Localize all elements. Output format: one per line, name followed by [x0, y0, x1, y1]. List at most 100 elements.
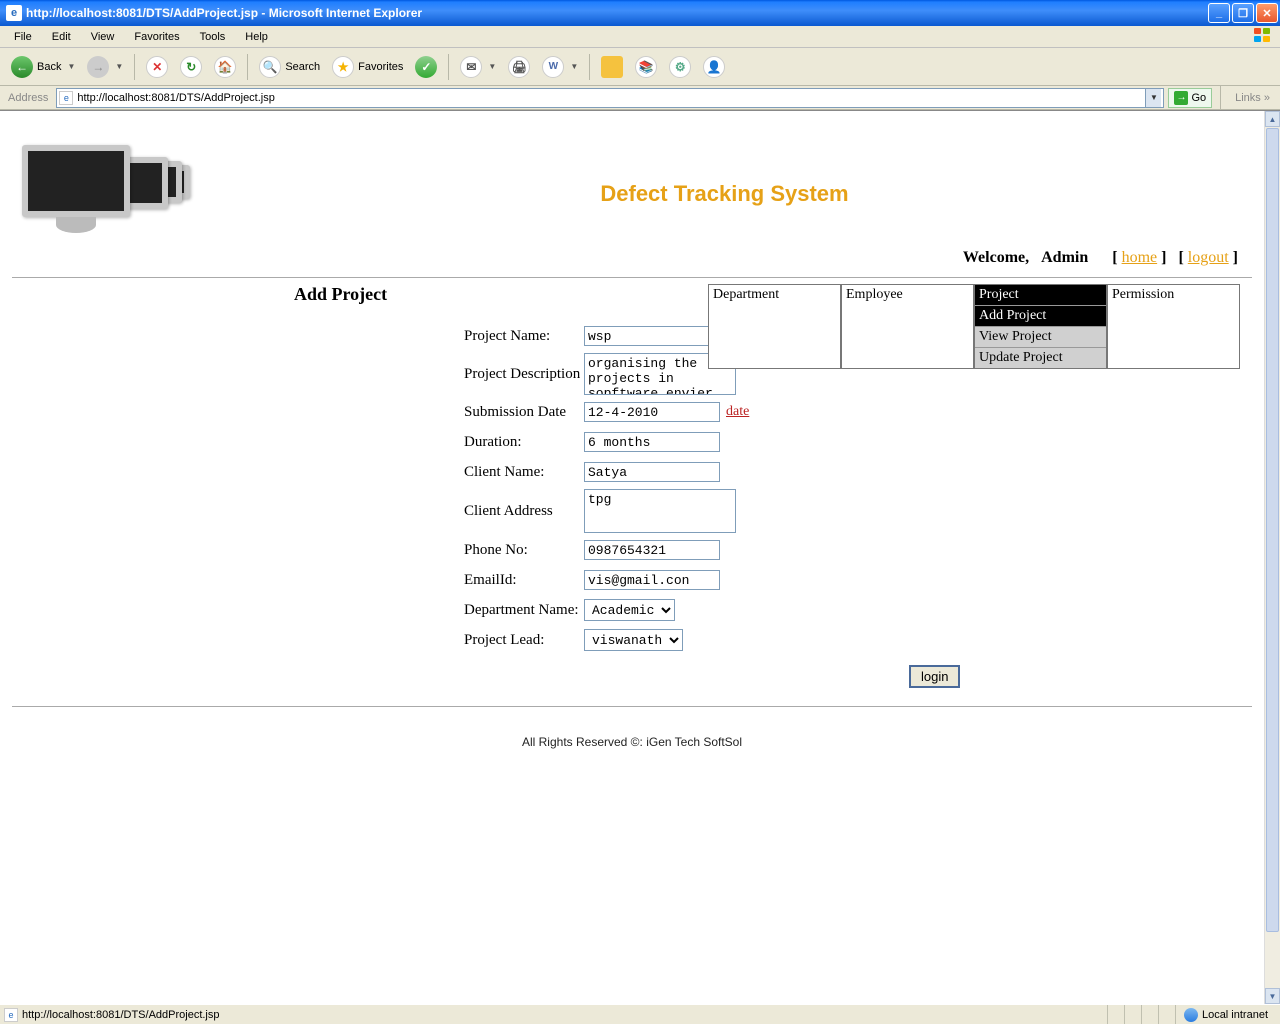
- refresh-button[interactable]: ↻: [175, 53, 207, 81]
- back-button[interactable]: ← Back ▼: [6, 53, 80, 81]
- menu-view[interactable]: View: [81, 29, 125, 45]
- label-project-lead: Project Lead:: [294, 632, 584, 649]
- submit-button[interactable]: login: [909, 665, 960, 688]
- menu-favorites[interactable]: Favorites: [124, 29, 189, 45]
- menu-file[interactable]: File: [4, 29, 42, 45]
- chevron-down-icon: ▼: [67, 62, 75, 71]
- address-url: http://localhost:8081/DTS/AddProject.jsp: [77, 92, 1145, 104]
- address-bar: Address e http://localhost:8081/DTS/AddP…: [0, 86, 1280, 110]
- research-button[interactable]: 📚: [630, 53, 662, 81]
- scroll-thumb[interactable]: [1266, 128, 1279, 932]
- logo-monitors: [4, 129, 189, 239]
- links-button[interactable]: Links »: [1229, 92, 1276, 104]
- page-content: Defect Tracking System Welcome, Admin [ …: [0, 111, 1264, 1004]
- forward-icon: →: [87, 56, 109, 78]
- back-icon: ←: [11, 56, 33, 78]
- footer-text: All Rights Reserved ©: iGen Tech SoftSol: [4, 735, 1260, 749]
- windows-flag-icon: [1254, 28, 1274, 44]
- history-icon: ✓: [415, 56, 437, 78]
- label-project-desc: Project Description: [294, 366, 584, 383]
- label-duration: Duration:: [294, 434, 584, 451]
- browser-viewport: Defect Tracking System Welcome, Admin [ …: [0, 110, 1280, 1004]
- zone-icon: [1184, 1008, 1198, 1022]
- nav-add-project[interactable]: Add Project: [975, 305, 1106, 326]
- book-icon: 📚: [635, 56, 657, 78]
- chevron-down-icon: ▼: [115, 62, 123, 71]
- star-icon: ★: [332, 56, 354, 78]
- status-text: http://localhost:8081/DTS/AddProject.jsp: [22, 1009, 220, 1021]
- mail-icon: ✉: [460, 56, 482, 78]
- address-dropdown[interactable]: ▼: [1145, 89, 1161, 107]
- messenger-icon: 👤: [703, 56, 725, 78]
- forward-button[interactable]: → ▼: [82, 53, 128, 81]
- favorites-button[interactable]: ★ Favorites: [327, 53, 408, 81]
- stop-button[interactable]: ✕: [141, 53, 173, 81]
- search-button[interactable]: 🔍 Search: [254, 53, 325, 81]
- status-bar: e http://localhost:8081/DTS/AddProject.j…: [0, 1004, 1280, 1024]
- scroll-down-button[interactable]: ▼: [1265, 988, 1280, 1004]
- history-button[interactable]: ✓: [410, 53, 442, 81]
- stop-icon: ✕: [146, 56, 168, 78]
- tool-icon: ⚙: [669, 56, 691, 78]
- input-client-name[interactable]: [584, 462, 720, 482]
- security-zone: Local intranet: [1175, 1005, 1276, 1024]
- menu-tools[interactable]: Tools: [190, 29, 236, 45]
- nav-update-project[interactable]: Update Project: [975, 347, 1106, 368]
- label-client-name: Client Name:: [294, 464, 584, 481]
- home-icon: 🏠: [214, 56, 236, 78]
- label-dept-name: Department Name:: [294, 602, 584, 619]
- input-project-name[interactable]: [584, 326, 720, 346]
- messenger-button[interactable]: 👤: [698, 53, 730, 81]
- tool-button-a[interactable]: ⚙: [664, 53, 696, 81]
- nav-view-project[interactable]: View Project: [975, 326, 1106, 347]
- refresh-icon: ↻: [180, 56, 202, 78]
- input-email[interactable]: [584, 570, 720, 590]
- select-project-lead[interactable]: viswanath: [584, 629, 683, 651]
- nav-employee[interactable]: Employee: [841, 284, 974, 369]
- label-client-address: Client Address: [294, 503, 584, 520]
- home-button[interactable]: 🏠: [209, 53, 241, 81]
- divider: [12, 706, 1252, 707]
- logout-link[interactable]: logout: [1188, 249, 1229, 266]
- label-submission-date: Submission Date: [294, 404, 584, 421]
- nav-project[interactable]: Project Add Project View Project Update …: [974, 284, 1107, 369]
- address-field[interactable]: e http://localhost:8081/DTS/AddProject.j…: [56, 88, 1164, 108]
- ie-icon: e: [6, 5, 22, 21]
- edit-button[interactable]: W▼: [537, 53, 583, 81]
- print-button[interactable]: 🖨: [503, 53, 535, 81]
- chevron-down-icon: ▼: [488, 62, 496, 71]
- vertical-scrollbar[interactable]: ▲ ▼: [1264, 111, 1280, 1004]
- toolbar: ← Back ▼ → ▼ ✕ ↻ 🏠 🔍 Search ★ Favorites …: [0, 48, 1280, 86]
- menu-help[interactable]: Help: [235, 29, 278, 45]
- mail-button[interactable]: ✉▼: [455, 53, 501, 81]
- label-email: EmailId:: [294, 572, 584, 589]
- go-icon: →: [1174, 91, 1188, 105]
- input-phone[interactable]: [584, 540, 720, 560]
- word-icon: W: [542, 56, 564, 78]
- date-link[interactable]: date: [726, 404, 749, 420]
- input-duration[interactable]: [584, 432, 720, 452]
- print-icon: 🖨: [508, 56, 530, 78]
- window-titlebar: e http://localhost:8081/DTS/AddProject.j…: [0, 0, 1280, 26]
- home-link[interactable]: home: [1122, 249, 1158, 266]
- discuss-button[interactable]: [596, 53, 628, 81]
- scroll-up-button[interactable]: ▲: [1265, 111, 1280, 127]
- nav-department[interactable]: Department: [708, 284, 841, 369]
- welcome-row: Welcome, Admin [ home ] [ logout ]: [4, 239, 1260, 275]
- label-project-name: Project Name:: [294, 328, 584, 345]
- go-button[interactable]: → Go: [1168, 88, 1212, 108]
- page-icon: e: [59, 91, 73, 105]
- menu-edit[interactable]: Edit: [42, 29, 81, 45]
- nav-permission[interactable]: Permission: [1107, 284, 1240, 369]
- nav-menu: Department Employee Project Add Project …: [708, 284, 1240, 369]
- address-label: Address: [4, 92, 52, 104]
- app-title: Defect Tracking System: [189, 151, 1260, 207]
- maximize-button[interactable]: ❐: [1232, 3, 1254, 23]
- input-client-address[interactable]: [584, 489, 736, 533]
- label-phone: Phone No:: [294, 542, 584, 559]
- menu-bar: File Edit View Favorites Tools Help: [0, 26, 1280, 48]
- select-dept-name[interactable]: Academic: [584, 599, 675, 621]
- minimize-button[interactable]: _: [1208, 3, 1230, 23]
- close-button[interactable]: ✕: [1256, 3, 1278, 23]
- input-submission-date[interactable]: [584, 402, 720, 422]
